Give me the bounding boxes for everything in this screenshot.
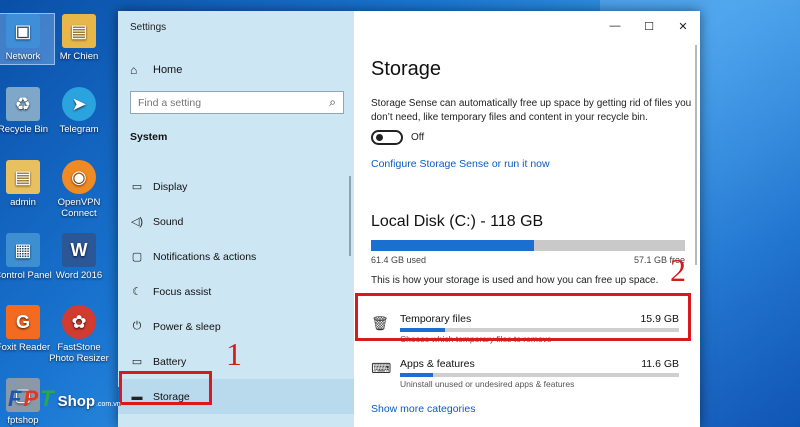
nav-section-title: System xyxy=(130,131,168,143)
nav-item-label: Notifications & actions xyxy=(153,250,257,263)
disk-title: Local Disk (C:) - 118 GB xyxy=(371,213,544,230)
desktop-icon-mr-chien[interactable]: ▤ Mr Chien xyxy=(48,14,110,62)
desktop-icon-label: Recycle Bin xyxy=(0,124,49,135)
sidebar-scrollbar[interactable] xyxy=(349,176,351,256)
content-scrollbar[interactable] xyxy=(695,45,697,265)
notifications-icon: ▢ xyxy=(131,251,143,263)
display-icon: ▭ xyxy=(131,181,143,193)
nav-home-label: Home xyxy=(153,64,183,76)
annotation-number-2: 2 xyxy=(670,252,686,288)
search-icon[interactable]: ⌕ xyxy=(329,95,336,110)
battery-icon: ▭ xyxy=(131,356,143,368)
fpt-letter: T xyxy=(40,386,54,411)
annotation-box-storage xyxy=(119,371,212,405)
show-more-categories-link[interactable]: Show more categories xyxy=(371,403,475,415)
nav-item-sound[interactable]: ◁) Sound xyxy=(118,204,354,239)
nav-item-label: Power & sleep xyxy=(153,320,221,333)
foxit-reader-icon: G xyxy=(6,305,40,339)
category-apps-features[interactable]: ⌨ Apps & features 11.6 GB Uninstall unus… xyxy=(371,355,685,393)
user-folder-icon: ▤ xyxy=(6,160,40,194)
power-icon: ⏻ xyxy=(132,320,142,332)
word-icon: W xyxy=(62,233,96,267)
keyboard-icon: ⌨ xyxy=(371,360,392,376)
annotation-box-temporary-files xyxy=(355,293,691,341)
fpt-domain-text: .com.vn xyxy=(96,401,121,408)
category-bar xyxy=(400,373,679,377)
desktop-icon-faststone[interactable]: ✿ FastStone Photo Resizer xyxy=(48,305,110,364)
nav-item-label: Battery xyxy=(153,355,187,368)
recycle-bin-icon: ♻ xyxy=(6,87,40,121)
sound-icon: ◁) xyxy=(130,216,144,228)
annotation-number-1: 1 xyxy=(226,336,242,372)
toggle-knob xyxy=(376,134,383,141)
user-folder-icon: ▤ xyxy=(62,14,96,48)
fpt-logo: F P T xyxy=(8,388,54,410)
telegram-icon: ➤ xyxy=(62,87,96,121)
category-name: Apps & features xyxy=(400,358,475,370)
nav-item-display[interactable]: ▭ Display xyxy=(118,169,354,204)
close-button[interactable]: ✕ xyxy=(666,11,700,41)
nav-home[interactable]: ⌂ Home xyxy=(130,61,182,79)
disk-usage-bar xyxy=(371,240,685,251)
storage-sense-toggle[interactable] xyxy=(371,130,403,145)
disk-usage-fill xyxy=(371,240,535,251)
desktop-icon-word[interactable]: W Word 2016 xyxy=(48,233,110,281)
openvpn-icon: ◉ xyxy=(62,160,96,194)
desktop-icon-label: Control Panel xyxy=(0,270,52,281)
desktop-icon-foxit-reader[interactable]: G Foxit Reader xyxy=(0,305,54,353)
desktop-icon-openvpn[interactable]: ◉ OpenVPN Connect xyxy=(48,160,110,219)
storage-pane: — ☐ ✕ Storage Storage Sense can automati… xyxy=(354,11,700,427)
desktop-icon-label: Mr Chien xyxy=(59,51,99,62)
desktop-icon-label: fptshop xyxy=(7,415,39,426)
nav-item-focus-assist[interactable]: ☾ Focus assist xyxy=(118,274,354,309)
category-description: Uninstall unused or undesired apps & fea… xyxy=(400,379,575,389)
desktop-icon-label: FastStone Photo Resizer xyxy=(49,342,109,364)
disk-used-label: 61.4 GB used xyxy=(371,255,427,265)
storage-usage-description: This is how your storage is used and how… xyxy=(371,275,659,286)
desktop-icon-admin[interactable]: ▤ admin xyxy=(0,160,54,208)
configure-storage-sense-link[interactable]: Configure Storage Sense or run it now xyxy=(371,158,550,170)
desktop-icon-network[interactable]: ▣ Network xyxy=(0,13,55,65)
home-icon: ⌂ xyxy=(130,63,138,77)
nav-item-label: Sound xyxy=(153,215,184,228)
nav-item-label: Display xyxy=(153,180,188,193)
desktop-icon-label: Word 2016 xyxy=(55,270,103,281)
maximize-button[interactable]: ☐ xyxy=(632,11,666,41)
category-bar-fill xyxy=(400,373,434,377)
search-box: ⌕ xyxy=(130,91,344,114)
desktop-icon-label: admin xyxy=(10,197,36,208)
settings-window: Settings ⌂ Home ⌕ System ▭ Display ◁) So… xyxy=(118,11,700,427)
nav-item-label: Focus assist xyxy=(153,285,212,298)
desktop-icon-label: OpenVPN Connect xyxy=(57,197,101,219)
faststone-icon: ✿ xyxy=(62,305,96,339)
minimize-button[interactable]: — xyxy=(598,11,632,41)
category-size: 11.6 GB xyxy=(641,358,679,370)
desktop-icon-recycle-bin[interactable]: ♻ Recycle Bin xyxy=(0,87,54,135)
fpt-letter: F xyxy=(8,386,22,411)
window-title: Settings xyxy=(130,22,167,33)
desktop-icon-label: Telegram xyxy=(59,124,99,135)
nav-item-notifications[interactable]: ▢ Notifications & actions xyxy=(118,239,354,274)
fpt-shop-text: Shop xyxy=(57,393,96,410)
fpt-letter: P xyxy=(23,386,39,411)
desktop-icon-telegram[interactable]: ➤ Telegram xyxy=(48,87,110,135)
storage-sense-description: Storage Sense can automatically free up … xyxy=(371,98,692,123)
control-panel-icon: ▦ xyxy=(6,233,40,267)
network-icon: ▣ xyxy=(6,14,40,48)
desktop-icon-label: Foxit Reader xyxy=(0,342,51,353)
focus-assist-icon: ☾ xyxy=(132,286,142,298)
fpt-shop-watermark: F P T Shop .com.vn xyxy=(8,388,121,411)
search-input[interactable] xyxy=(131,92,315,113)
window-controls: — ☐ ✕ xyxy=(598,11,700,41)
toggle-state-label: Off xyxy=(411,132,425,143)
page-title: Storage xyxy=(371,58,442,80)
desktop-icon-control-panel[interactable]: ▦ Control Panel xyxy=(0,233,54,281)
desktop-icon-label: Network xyxy=(5,51,41,62)
